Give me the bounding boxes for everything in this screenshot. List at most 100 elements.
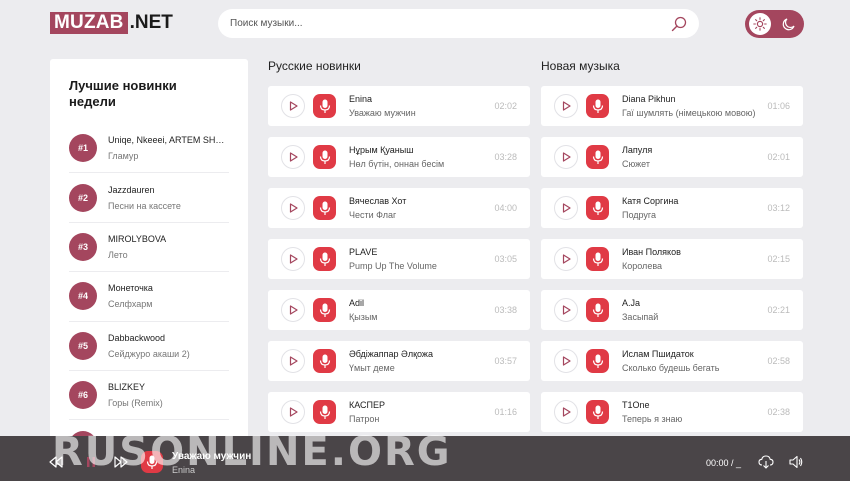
mic-icon [313, 196, 336, 220]
track-title[interactable]: Теперь я знаю [622, 414, 758, 424]
track-title[interactable]: Сколько будешь бегать [622, 363, 758, 373]
track-title[interactable]: Патрон [349, 414, 485, 424]
play-icon[interactable] [281, 247, 305, 271]
track-duration: 02:02 [494, 101, 517, 111]
moon-icon [782, 18, 795, 31]
track-row[interactable]: Enina Уважаю мужчин 02:02 [268, 86, 530, 126]
theme-knob [749, 13, 771, 35]
track-title[interactable]: Чести Флаг [349, 210, 485, 220]
track-title[interactable]: Pump Up The Volume [349, 261, 485, 271]
download-icon[interactable] [758, 455, 774, 469]
track-artist[interactable]: Adil [349, 298, 485, 308]
track-duration: 03:28 [494, 152, 517, 162]
track-duration: 03:38 [494, 305, 517, 315]
audio-player: Уважаю мужчин Enina 00:00 / _ RUSONLINE.… [0, 429, 850, 481]
play-icon[interactable] [281, 400, 305, 424]
play-icon[interactable] [554, 145, 578, 169]
chart-item[interactable]: #4 Монеточка Селфхарм [69, 272, 229, 322]
track-title[interactable]: Гаї шумлять (німецькою мовою) [622, 108, 758, 118]
chart-item[interactable]: #1 Uniqe, Nkeeei, ARTEM SHILOVETS Гламур [69, 124, 229, 174]
play-icon[interactable] [554, 94, 578, 118]
volume-icon[interactable] [789, 455, 803, 469]
play-icon[interactable] [554, 298, 578, 322]
chart-item[interactable]: #6 BLIZKEY Горы (Remix) [69, 371, 229, 421]
site-logo[interactable]: MUZAB .NET [50, 12, 173, 34]
track-row[interactable]: Лапуля Сюжет 02:01 [541, 137, 803, 177]
track-row[interactable]: PLAVE Pump Up The Volume 03:05 [268, 239, 530, 279]
track-row[interactable]: Иван Поляков Королева 02:15 [541, 239, 803, 279]
chart-item[interactable]: #5 Dabbackwood Сейджуро акаши 2) [69, 322, 229, 371]
track-title[interactable]: Үмыт деме [349, 363, 485, 373]
player-time: 00:00 / _ [706, 458, 742, 468]
chart-song: Селфхарм [108, 299, 153, 310]
track-artist[interactable]: Иван Поляков [622, 247, 758, 257]
track-title[interactable]: Королева [622, 261, 758, 271]
track-duration: 03:12 [767, 203, 790, 213]
mic-icon [313, 349, 336, 373]
track-title[interactable]: Подруга [622, 210, 758, 220]
track-artist[interactable]: КАСПЕР [349, 400, 485, 410]
mic-icon [313, 298, 336, 322]
track-artist[interactable]: A.Ja [622, 298, 758, 308]
track-artist[interactable]: PLAVE [349, 247, 485, 257]
play-icon[interactable] [281, 349, 305, 373]
track-row[interactable]: A.Ja Засыпай 02:21 [541, 290, 803, 330]
play-icon[interactable] [281, 196, 305, 220]
mic-icon [586, 247, 609, 271]
chart-artist: Монеточка [108, 283, 153, 294]
theme-toggle[interactable] [745, 10, 804, 38]
mic-icon [586, 145, 609, 169]
track-artist[interactable]: Әбдіжаппар Әлқожа [349, 349, 485, 359]
track-row[interactable]: КАСПЕР Патрон 01:16 [268, 392, 530, 432]
play-icon[interactable] [554, 400, 578, 424]
track-artist[interactable]: Катя Соргина [622, 196, 758, 206]
track-row[interactable]: Adil Қызым 03:38 [268, 290, 530, 330]
chart-artist: Dabbackwood [108, 332, 166, 343]
play-icon[interactable] [554, 196, 578, 220]
chart-song: Песни на кассете [108, 200, 181, 211]
search-input[interactable] [230, 18, 671, 29]
chart-song: Гламур [108, 151, 139, 162]
track-title[interactable]: Сюжет [622, 159, 758, 169]
track-title[interactable]: Қызым [349, 312, 485, 322]
track-row[interactable]: Ислам Пшидаток Сколько будешь бегать 02:58 [541, 341, 803, 381]
track-row[interactable]: Diana Pikhun Гаї шумлять (німецькою мовою… [541, 86, 803, 126]
new-music-track-list: Diana Pikhun Гаї шумлять (німецькою мовою… [541, 86, 803, 443]
play-icon[interactable] [554, 247, 578, 271]
watermark: RUSONLINE.ORG [52, 429, 452, 475]
track-duration: 03:05 [494, 254, 517, 264]
rank-badge: #1 [69, 134, 97, 163]
chart-item[interactable]: #3 MIROLYBOVA Лето [69, 223, 229, 273]
track-row[interactable]: T1One Теперь я знаю 02:38 [541, 392, 803, 432]
play-icon[interactable] [281, 298, 305, 322]
track-title[interactable]: Уважаю мужчин [349, 108, 485, 118]
russian-track-list: Enina Уважаю мужчин 02:02 Нұрым Қуаныш Нөл б… [268, 86, 530, 443]
mic-icon [313, 94, 336, 118]
track-row[interactable]: Вячеслав Хот Чести Флаг 04:00 [268, 188, 530, 228]
track-artist[interactable]: Нұрым Қуаныш [349, 145, 485, 155]
russian-section-title: Русские новинки [268, 59, 361, 73]
track-duration: 02:01 [767, 152, 790, 162]
track-artist[interactable]: Diana Pikhun [622, 94, 758, 104]
track-artist[interactable]: Ислам Пшидаток [622, 349, 758, 359]
track-row[interactable]: Нұрым Қуаныш Нөл бүтін, оннан бесім 03:28 [268, 137, 530, 177]
rank-badge: #4 [69, 282, 97, 311]
search-icon[interactable] [671, 16, 687, 32]
track-title[interactable]: Засыпай [622, 312, 758, 322]
track-title[interactable]: Нөл бүтін, оннан бесім [349, 159, 485, 169]
play-icon[interactable] [281, 145, 305, 169]
rank-badge: #5 [69, 331, 97, 360]
track-artist[interactable]: Вячеслав Хот [349, 196, 485, 206]
track-artist[interactable]: Лапуля [622, 145, 758, 155]
track-artist[interactable]: T1One [622, 400, 758, 410]
track-row[interactable]: Әбдіжаппар Әлқожа Үмыт деме 03:57 [268, 341, 530, 381]
track-artist[interactable]: Enina [349, 94, 485, 104]
logo-main: MUZAB [50, 12, 128, 34]
sidebar-title: Лучшие новинки недели [69, 78, 177, 109]
track-row[interactable]: Катя Соргина Подруга 03:12 [541, 188, 803, 228]
track-duration: 02:58 [767, 356, 790, 366]
play-icon[interactable] [554, 349, 578, 373]
play-icon[interactable] [281, 94, 305, 118]
chart-item[interactable]: #2 Jazzdauren Песни на кассете [69, 173, 229, 223]
chart-artist: Uniqe, Nkeeei, ARTEM SHILOVETS [108, 135, 226, 146]
